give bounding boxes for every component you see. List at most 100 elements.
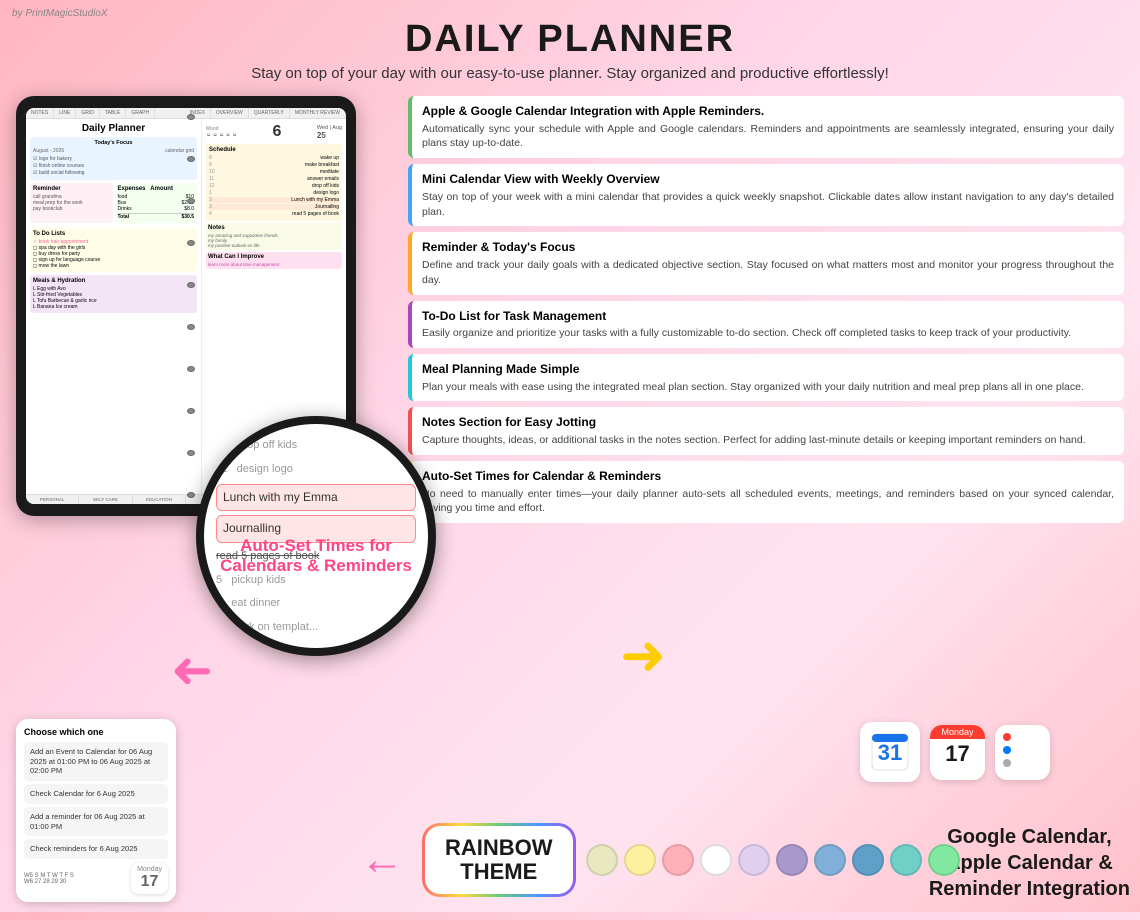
- rainbow-badge-text: RAINBOWTHEME: [445, 835, 553, 884]
- planner-inner-title: Daily Planner: [30, 123, 197, 134]
- feature-meal-planning: Meal Planning Made Simple Plan your meal…: [408, 354, 1124, 401]
- feature-title: Apple & Google Calendar Integration with…: [422, 103, 1114, 120]
- small-tablet-title: Choose which one: [24, 727, 168, 737]
- swatch-darkblue: [852, 844, 884, 876]
- feature-desc: Automatically sync your schedule with Ap…: [422, 122, 1114, 151]
- tab-notes[interactable]: NOTES: [26, 108, 54, 118]
- tab-personal[interactable]: PERSONAL: [26, 495, 79, 504]
- main-layout: NOTES LINE GRID TABLE GRAPH INDEX OVERVI…: [0, 88, 1140, 920]
- right-panel: Apple & Google Calendar Integration with…: [408, 96, 1124, 912]
- page-title: DAILY PLANNER: [0, 18, 1140, 61]
- spiral-ring: [187, 408, 195, 414]
- arrow-left-icon: ➜: [171, 641, 213, 699]
- tab-selfcare[interactable]: SELF CARE: [79, 495, 132, 504]
- small-tablet-item: Add an Event to Calendar for 06 Aug 2025…: [24, 742, 168, 781]
- schedule-highlighted: 3Journalling: [209, 204, 339, 210]
- expenses-box: Expenses Amount food$10 Bus$2.50 Drinks$…: [115, 183, 198, 223]
- feature-title: Mini Calendar View with Weekly Overview: [422, 171, 1114, 188]
- feature-title: To-Do List for Task Management: [422, 308, 1114, 325]
- dot-blue: [1003, 746, 1011, 754]
- tab-monthly[interactable]: MONTHLY REVIEW: [290, 108, 346, 118]
- schedule-item: 11answer emails: [209, 176, 339, 182]
- feature-autoset: Auto-Set Times for Calendar & Reminders …: [408, 461, 1124, 523]
- dot-gray: [1003, 759, 1011, 767]
- tab-table[interactable]: TABLE: [100, 108, 126, 118]
- rainbow-badge: RAINBOWTHEME: [422, 823, 576, 897]
- feature-mini-calendar: Mini Calendar View with Weekly Overview …: [408, 164, 1124, 226]
- zoom-label: Auto-Set Times forCalendars & Reminders: [216, 536, 416, 577]
- swatch-blue: [814, 844, 846, 876]
- schedule-item: 1design logo: [209, 190, 339, 196]
- svg-text:31: 31: [878, 740, 902, 765]
- reminder-dot-blue: [1003, 746, 1011, 754]
- reminder-dot-gray: [1003, 759, 1011, 767]
- tab-education[interactable]: EDUCATION: [133, 495, 186, 504]
- tab-line[interactable]: LINE: [54, 108, 76, 118]
- swatch-white: [700, 844, 732, 876]
- spiral-ring: [187, 366, 195, 372]
- date-header: Mood ☺ ☺ ☺ ☺ ☺ 6 Wed | Aug 25: [206, 123, 342, 141]
- schedule-item: 12drop off kids: [209, 183, 339, 189]
- apple-cal-date: 17: [945, 739, 969, 765]
- swatch-lavender: [738, 844, 770, 876]
- spiral-ring: [187, 324, 195, 330]
- focus-item: ☑ logo for bakery: [33, 156, 194, 162]
- header: by PrintMagicStudioX DAILY PLANNER Stay …: [0, 0, 1140, 88]
- swatch-pink: [662, 844, 694, 876]
- feature-title: Meal Planning Made Simple: [422, 361, 1114, 378]
- feature-desc: Capture thoughts, ideas, or additional t…: [422, 433, 1114, 448]
- focus-item: ☑ build social following: [33, 170, 194, 176]
- schedule-item: 9make breakfast: [209, 162, 339, 168]
- arrow-rainbow-icon: ←: [360, 835, 404, 885]
- date-info: Wed | Aug 25: [317, 125, 342, 140]
- focus-item: ☑ finish online courses: [33, 163, 194, 169]
- expenses-title: Expenses Amount: [118, 186, 195, 192]
- date-number: 6: [273, 123, 282, 141]
- spiral-ring: [187, 114, 195, 120]
- reminder-title: Reminder: [33, 186, 110, 192]
- feature-desc: No need to manually enter times—your dai…: [422, 487, 1114, 516]
- spiral-ring: [187, 282, 195, 288]
- highlighted-item: Lunch with my Emma: [216, 484, 416, 512]
- schedule-title: Schedule: [209, 147, 339, 153]
- spiral-ring: [187, 450, 195, 456]
- small-tablet-item: Add a reminder for 06 Aug 2025 at 01:00 …: [24, 807, 168, 837]
- small-tablet: Choose which one Add an Event to Calenda…: [16, 719, 176, 902]
- small-tablet-item: Check Calendar for 6 Aug 2025: [24, 784, 168, 804]
- feature-reminder-focus: Reminder & Today's Focus Define and trac…: [408, 232, 1124, 294]
- schedule-item: 10meditate: [209, 169, 339, 175]
- left-section: NOTES LINE GRID TABLE GRAPH INDEX OVERVI…: [16, 96, 376, 912]
- calendar-icons: 31 Monday 17: [860, 722, 1050, 782]
- feature-title: Notes Section for Easy Jotting: [422, 414, 1114, 431]
- feature-notes: Notes Section for Easy Jotting Capture t…: [408, 407, 1124, 454]
- swatch-purple: [776, 844, 808, 876]
- brand-label: by PrintMagicStudioX: [12, 8, 108, 19]
- improve-box: What Can I Improve learn more about time…: [206, 252, 342, 269]
- spiral-ring: [187, 198, 195, 204]
- feature-title: Reminder & Today's Focus: [422, 239, 1114, 256]
- todo-box: To Do Lists ✓ book hair appointment ◻ sp…: [30, 228, 197, 272]
- tab-overview[interactable]: OVERVIEW: [211, 108, 249, 118]
- schedule-item: 4read 5 pages of book: [209, 211, 339, 217]
- improve-title: What Can I Improve: [208, 254, 340, 260]
- spiral-ring: [187, 240, 195, 246]
- tab-grid[interactable]: GRID: [76, 108, 100, 118]
- tab-graph[interactable]: GRAPH: [126, 108, 155, 118]
- spiral-ring: [187, 156, 195, 162]
- schedule-item: 8wake up: [209, 155, 339, 161]
- todo-title: To Do Lists: [33, 231, 194, 237]
- google-calendar-icon: 31: [860, 722, 920, 782]
- reminder-dot-red: [1003, 733, 1011, 741]
- schedule-highlighted: 2Lunch with my Emma: [209, 197, 339, 203]
- spiral-binding: [186, 96, 196, 516]
- tab-quarterly[interactable]: QUARTERLY: [249, 108, 290, 118]
- feature-desc: Define and track your daily goals with a…: [422, 258, 1114, 287]
- planner-left-panel: Daily Planner Today's Focus August - 202…: [26, 119, 202, 503]
- feature-title: Auto-Set Times for Calendar & Reminders: [422, 468, 1114, 485]
- focus-title: Today's Focus: [33, 140, 194, 146]
- swatch-beige: [586, 844, 618, 876]
- rainbow-section: ← RAINBOWTHEME: [360, 823, 960, 897]
- feature-desc: Easily organize and prioritize your task…: [422, 326, 1114, 341]
- apple-cal-day: Monday: [930, 725, 985, 739]
- feature-desc: Plan your meals with ease using the inte…: [422, 380, 1114, 395]
